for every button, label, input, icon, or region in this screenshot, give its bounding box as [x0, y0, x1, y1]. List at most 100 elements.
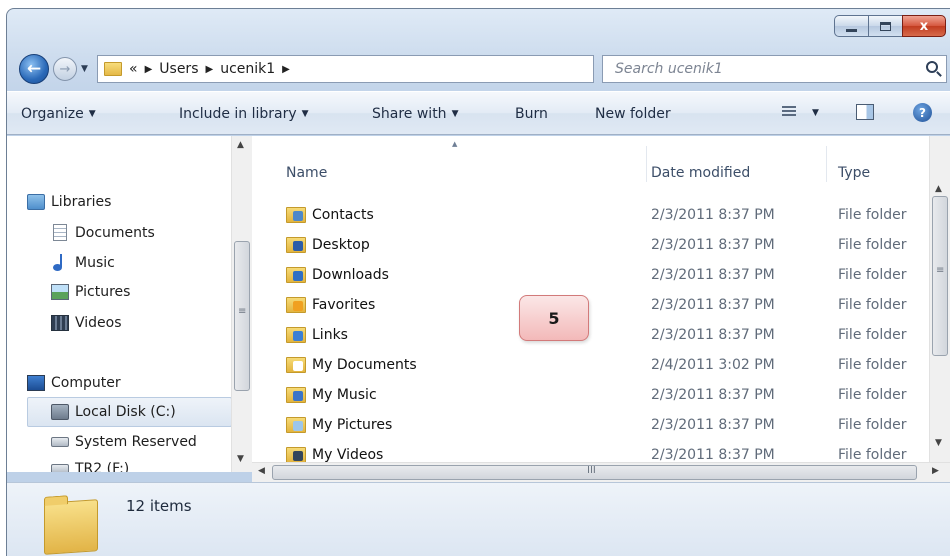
breadcrumb-ucenik1[interactable]: ucenik1 — [220, 61, 275, 77]
column-divider[interactable] — [826, 146, 827, 182]
hard-drive-icon — [51, 404, 69, 420]
back-button[interactable]: ← — [19, 54, 49, 84]
table-row[interactable]: My Documents 2/4/2011 3:02 PM File folder — [252, 357, 929, 387]
scroll-down-icon[interactable]: ▼ — [935, 438, 942, 448]
include-in-library-button[interactable]: Include in library ▼ — [179, 106, 309, 122]
file-name-cell[interactable]: Favorites — [286, 297, 375, 313]
date-modified: 2/4/2011 3:02 PM — [651, 357, 775, 373]
scroll-down-icon[interactable]: ▼ — [237, 454, 244, 464]
folder-badge-icon — [293, 241, 303, 251]
folder-badge-icon — [293, 271, 303, 281]
breadcrumb-separator[interactable]: ▶ — [206, 64, 214, 75]
folder-icon — [104, 62, 122, 76]
date-modified: 2/3/2011 8:37 PM — [651, 237, 775, 253]
column-header-type[interactable]: Type — [838, 136, 928, 181]
navigation-scrollbar[interactable]: ▲ ≡ ▼ — [231, 136, 252, 472]
share-with-button[interactable]: Share with ▼ — [372, 106, 458, 122]
file-type: File folder — [838, 267, 907, 283]
address-bar[interactable]: « ▶ Users ▶ ucenik1 ▶ ▼ ↻ — [97, 55, 676, 83]
burn-label: Burn — [515, 106, 548, 122]
file-name-cell[interactable]: My Pictures — [286, 417, 392, 433]
address-row: ← → ▼ « ▶ Users ▶ ucenik1 ▶ ▼ ↻ Search u… — [7, 51, 950, 85]
nav-item-documents[interactable]: Documents — [51, 224, 155, 241]
share-with-label: Share with — [372, 106, 447, 122]
scroll-up-icon[interactable]: ▲ — [237, 140, 244, 150]
breadcrumb-separator[interactable]: ▶ — [145, 64, 153, 75]
search-placeholder: Search ucenik1 — [615, 61, 723, 77]
file-list-scrollbar[interactable]: ▲ ≡ ▼ — [929, 136, 950, 462]
file-name-cell[interactable]: Desktop — [286, 237, 370, 253]
horizontal-scrollbar[interactable]: ◀ III ▶ — [252, 462, 950, 482]
drive-icon — [51, 437, 69, 447]
minimize-button[interactable] — [834, 15, 868, 37]
details-pane: 12 items — [7, 482, 950, 556]
file-name-cell[interactable]: My Documents — [286, 357, 417, 373]
scroll-thumb[interactable]: ≡ — [932, 196, 948, 356]
forward-button[interactable]: → — [53, 57, 77, 81]
file-list: ▲ Name Date modified Type Contacts 2/3/20… — [252, 136, 929, 462]
file-type: File folder — [838, 387, 907, 403]
search-icon[interactable] — [926, 61, 938, 73]
column-label: Type — [838, 165, 871, 181]
nav-item-pictures[interactable]: Pictures — [51, 284, 130, 300]
file-name-cell[interactable]: My Videos — [286, 447, 383, 462]
scroll-up-icon[interactable]: ▲ — [935, 184, 942, 194]
breadcrumb-separator[interactable]: ▶ — [282, 64, 290, 75]
breadcrumb-users[interactable]: Users — [159, 61, 198, 77]
table-row[interactable]: Favorites 2/3/2011 8:37 PM File folder — [252, 297, 929, 327]
nav-item-system-reserved[interactable]: System Reserved — [51, 434, 197, 450]
nav-label: System Reserved — [75, 434, 197, 450]
scroll-thumb[interactable]: III — [272, 465, 917, 480]
command-bar: Organize ▼ Include in library ▼ Share with… — [7, 91, 950, 135]
table-row[interactable]: My Videos 2/3/2011 8:37 PM File folder — [252, 447, 929, 462]
file-name-cell[interactable]: Contacts — [286, 207, 374, 223]
file-name-cell[interactable]: Links — [286, 327, 348, 343]
column-header-date[interactable]: Date modified — [651, 136, 826, 181]
table-row[interactable]: My Music 2/3/2011 8:37 PM File folder — [252, 387, 929, 417]
file-name-cell[interactable]: My Music — [286, 387, 377, 403]
recent-pages-dropdown[interactable]: ▼ — [81, 64, 88, 74]
scroll-right-icon[interactable]: ▶ — [932, 466, 939, 476]
nav-item-computer[interactable]: Computer — [27, 375, 121, 391]
search-input[interactable]: Search ucenik1 — [602, 55, 947, 83]
file-name-cell[interactable]: Downloads — [286, 267, 389, 283]
nav-item-videos[interactable]: Videos — [51, 315, 122, 331]
organize-button[interactable]: Organize ▼ — [21, 106, 96, 122]
burn-button[interactable]: Burn — [515, 106, 548, 122]
folder-icon — [286, 237, 306, 253]
nav-item-music[interactable]: Music — [51, 254, 115, 271]
nav-label: Documents — [75, 224, 155, 241]
table-row[interactable]: Desktop 2/3/2011 8:37 PM File folder — [252, 237, 929, 267]
nav-item-local-disk[interactable]: Local Disk (C:) — [51, 404, 176, 420]
table-row[interactable]: Downloads 2/3/2011 8:37 PM File folder — [252, 267, 929, 297]
change-view-icon[interactable] — [782, 106, 796, 118]
preview-pane-icon[interactable] — [856, 104, 874, 120]
new-folder-button[interactable]: New folder — [595, 106, 671, 122]
column-divider[interactable] — [646, 146, 647, 182]
organize-label: Organize — [21, 106, 84, 122]
folder-icon — [286, 417, 306, 433]
date-modified: 2/3/2011 8:37 PM — [651, 387, 775, 403]
table-row[interactable]: Links 2/3/2011 8:37 PM File folder — [252, 327, 929, 357]
scroll-left-icon[interactable]: ◀ — [258, 466, 265, 476]
nav-item-tr2[interactable]: TR2 (F:) — [51, 461, 129, 472]
scroll-thumb[interactable]: ≡ — [234, 241, 250, 391]
computer-icon — [27, 375, 45, 391]
nav-label: Music — [75, 254, 115, 271]
folder-badge-icon — [293, 391, 303, 401]
document-icon — [53, 224, 67, 241]
breadcrumb-overflow[interactable]: « — [129, 61, 138, 77]
column-header-name[interactable]: Name — [286, 136, 646, 181]
nav-label: Local Disk (C:) — [75, 404, 176, 420]
column-label: Name — [286, 165, 328, 181]
file-name: Desktop — [312, 237, 370, 253]
table-row[interactable]: My Pictures 2/3/2011 8:37 PM File folder — [252, 417, 929, 447]
view-options-dropdown[interactable]: ▼ — [812, 108, 819, 118]
help-icon[interactable]: ? — [913, 103, 932, 122]
folder-icon — [286, 297, 306, 313]
nav-item-libraries[interactable]: Libraries — [27, 194, 111, 210]
maximize-button[interactable] — [868, 15, 902, 37]
table-row[interactable]: Contacts 2/3/2011 8:37 PM File folder — [252, 207, 929, 237]
close-button[interactable]: x — [902, 15, 946, 37]
column-label: Date modified — [651, 165, 751, 181]
